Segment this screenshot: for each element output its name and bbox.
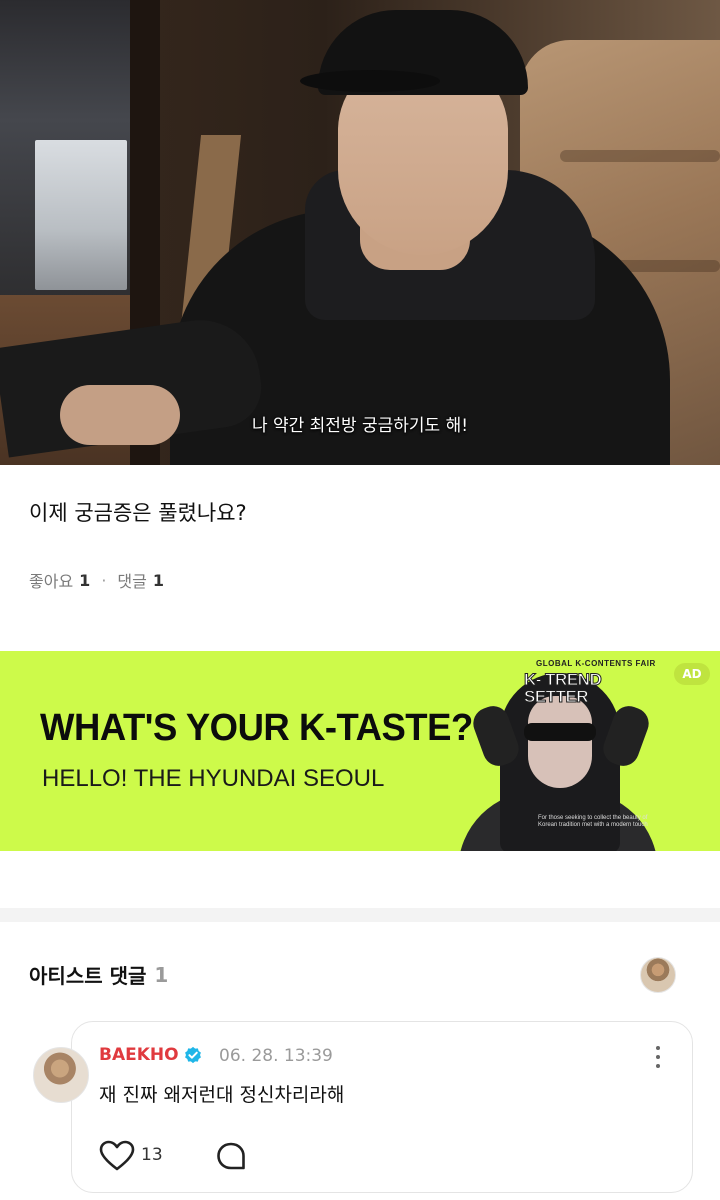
comment-text: 재 진짜 왜저런대 정신차리라해 — [99, 1084, 345, 1106]
cap-brim — [300, 70, 440, 92]
more-vertical-icon[interactable] — [648, 1044, 668, 1070]
poster-title-line1: K- TREND — [523, 670, 602, 689]
poster-fair-label: GLOBAL K-CONTENTS FAIR — [536, 659, 656, 668]
meta-separator: · — [101, 570, 107, 590]
ad-subline: HELLO! THE HYUNDAI SEOUL — [42, 765, 385, 792]
ad-badge: AD — [674, 663, 710, 685]
poster-title-line2: SETTER — [523, 687, 589, 706]
comment-author-name[interactable]: BAEKHO — [99, 1045, 179, 1065]
artist-avatar[interactable] — [640, 957, 676, 993]
likes-count[interactable]: 1 — [79, 571, 90, 590]
post-title: 이제 궁금증은 풀렸나요? — [29, 501, 247, 525]
artist-comments-count: 1 — [154, 962, 169, 987]
seat-ridge — [560, 150, 720, 162]
section-divider — [0, 908, 720, 922]
car-window-glass — [35, 140, 127, 290]
verified-badge-icon — [184, 1046, 201, 1064]
poster-glasses — [524, 723, 596, 741]
comments-count[interactable]: 1 — [153, 571, 164, 590]
likes-label[interactable]: 좋아요 — [29, 568, 73, 592]
comment-author-avatar[interactable] — [33, 1047, 89, 1103]
poster-small-text: For those seeking to collect the beauty … — [538, 815, 648, 828]
artist-comments-title: 아티스트 댓글 — [29, 964, 147, 988]
comment-author[interactable]: BAEKHO — [99, 1045, 202, 1065]
like-count: 13 — [141, 1145, 163, 1165]
video-caption: 나 약간 최전방 궁금하기도 해! — [251, 416, 469, 436]
heart-icon[interactable] — [99, 1140, 135, 1172]
ad-poster-image: GLOBAL K-CONTENTS FAIR K- TREND SETTER F… — [458, 651, 658, 851]
artist-comments-header: 아티스트 댓글 1 — [29, 960, 168, 989]
poster-title: K- TREND SETTER — [523, 670, 602, 706]
post-meta: 좋아요 1 · 댓글 1 — [29, 568, 164, 592]
comment-bubble-icon[interactable] — [215, 1141, 247, 1173]
comments-label[interactable]: 댓글 — [117, 568, 146, 592]
ad-headline: WHAT'S YOUR K-TASTE? — [40, 707, 473, 749]
ad-banner[interactable]: WHAT'S YOUR K-TASTE? HELLO! THE HYUNDAI … — [0, 651, 720, 851]
video-frame[interactable]: 나 약간 최전방 궁금하기도 해! — [0, 0, 720, 465]
poster-face — [528, 696, 592, 788]
comment-timestamp: 06. 28. 13:39 — [219, 1046, 333, 1066]
